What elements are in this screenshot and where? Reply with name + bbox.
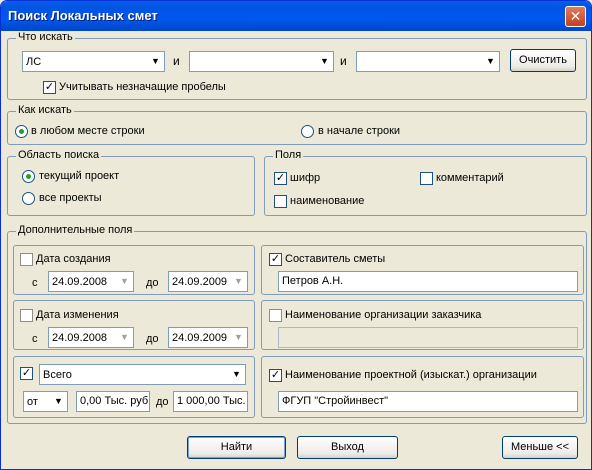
search-field-3[interactable]: ▼ [356, 51, 500, 72]
chevron-down-icon[interactable]: ▼ [116, 328, 133, 347]
changed-to-date[interactable]: 24.09.2009 ▼ [168, 327, 248, 348]
design-org-checkbox[interactable]: ✓ [269, 369, 282, 382]
changed-from-value: 24.09.2008 [52, 332, 108, 344]
search-dialog: Поиск Локальных смет ✕ Что искать ЛС ▼ и… [0, 0, 592, 470]
total-checkbox[interactable]: ✓ [20, 367, 33, 380]
chevron-down-icon[interactable]: ▼ [482, 52, 499, 71]
all-projects-radio[interactable] [22, 192, 35, 205]
all-projects-label: все проекты [39, 192, 102, 204]
search-field-1-value: ЛС [26, 56, 42, 68]
created-date-checkbox[interactable] [20, 253, 33, 266]
window-title: Поиск Локальных смет [8, 8, 158, 23]
title-bar: Поиск Локальных смет ✕ [1, 1, 591, 31]
comment-label: комментарий [436, 172, 504, 184]
name-label: наименование [290, 195, 365, 207]
find-button[interactable]: Найти [187, 436, 286, 459]
author-checkbox[interactable]: ✓ [269, 253, 282, 266]
changed-from-date[interactable]: 24.09.2008 ▼ [48, 327, 134, 348]
name-checkbox[interactable] [274, 195, 287, 208]
created-to-date[interactable]: 24.09.2009 ▼ [168, 271, 248, 292]
customer-label: Наименование организации заказчика [285, 309, 482, 321]
close-button[interactable]: ✕ [565, 6, 586, 27]
and-label-2: и [340, 54, 347, 68]
chevron-down-icon[interactable]: ▼ [50, 392, 67, 411]
total-select-value: Всего [43, 369, 72, 381]
search-area-title: Область поиска [16, 149, 102, 161]
current-project-label: текущий проект [39, 170, 120, 182]
fields-group: Поля [264, 149, 587, 216]
anywhere-label: в любом месте строки [31, 125, 145, 137]
search-field-1[interactable]: ЛС ▼ [22, 51, 165, 72]
ignore-spaces-label: Учитывать незначащие пробелы [59, 81, 226, 93]
code-checkbox[interactable]: ✓ [274, 172, 287, 185]
customer-checkbox[interactable] [269, 309, 282, 322]
chevron-down-icon[interactable]: ▼ [230, 328, 247, 347]
clear-button[interactable]: Очистить [510, 49, 576, 72]
changed-date-checkbox[interactable] [20, 309, 33, 322]
created-from-date[interactable]: 24.09.2008 ▼ [48, 271, 134, 292]
design-org-input[interactable]: ФГУП "Стройинвест" [278, 391, 578, 412]
chevron-down-icon[interactable]: ▼ [316, 52, 333, 71]
fields-title: Поля [273, 149, 304, 161]
created-to-value: 24.09.2009 [172, 276, 228, 288]
created-to-label: до [146, 277, 159, 289]
author-input[interactable]: Петров А.Н. [278, 271, 578, 292]
total-min-input[interactable]: 0,00 Тыс. руб [76, 391, 150, 412]
current-project-radio[interactable] [22, 170, 35, 183]
search-field-2[interactable]: ▼ [189, 51, 334, 72]
and-label-1: и [173, 54, 180, 68]
total-to-label: до [156, 396, 169, 408]
design-org-label: Наименование проектной (изыскат.) органи… [285, 369, 537, 381]
less-button[interactable]: Меньше << [502, 436, 578, 459]
author-label: Составитель сметы [285, 253, 386, 265]
code-label: шифр [290, 172, 321, 184]
chevron-down-icon[interactable]: ▼ [230, 272, 247, 291]
created-from-value: 24.09.2008 [52, 276, 108, 288]
total-operator-select[interactable]: от ▼ [23, 391, 68, 412]
line-start-label: в начале строки [318, 125, 401, 137]
what-to-search-title: Что искать [16, 31, 75, 43]
created-date-label: Дата создания [36, 253, 111, 265]
changed-date-label: Дата изменения [36, 309, 119, 321]
comment-checkbox[interactable] [420, 172, 433, 185]
anywhere-radio[interactable] [15, 125, 28, 138]
search-area-group: Область поиска [7, 149, 255, 216]
total-max-input[interactable]: 1 000,00 Тыс. [173, 391, 248, 412]
how-to-search-title: Как искать [16, 104, 74, 116]
changed-from-label: с [32, 333, 38, 345]
ignore-spaces-checkbox[interactable]: ✓ [43, 81, 56, 94]
customer-input[interactable] [278, 327, 578, 348]
total-select[interactable]: Всего ▼ [39, 364, 246, 385]
total-operator-value: от [27, 396, 38, 408]
changed-to-label: до [146, 333, 159, 345]
extra-fields-title: Дополнительные поля [16, 224, 135, 236]
chevron-down-icon[interactable]: ▼ [147, 52, 164, 71]
changed-to-value: 24.09.2009 [172, 332, 228, 344]
line-start-radio[interactable] [301, 125, 314, 138]
exit-button[interactable]: Выход [297, 436, 398, 459]
chevron-down-icon[interactable]: ▼ [228, 365, 245, 384]
created-from-label: с [32, 277, 38, 289]
chevron-down-icon[interactable]: ▼ [116, 272, 133, 291]
